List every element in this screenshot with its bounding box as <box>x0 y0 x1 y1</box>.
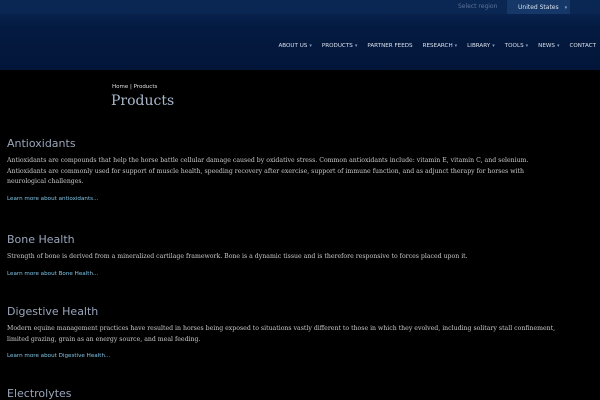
section-description: Antioxidants are compounds that help the… <box>7 156 600 188</box>
breadcrumb[interactable]: Home | Products <box>112 84 157 90</box>
section-description: Modern equine management practices have … <box>7 324 600 345</box>
section-title: Electrolytes <box>7 387 72 400</box>
description-line: neurological challenges. <box>7 178 84 185</box>
nav-label: CONTACT <box>569 43 596 49</box>
chevron-down-icon: ▾ <box>309 43 312 49</box>
nav-label: ABOUT US <box>278 43 308 49</box>
section-title: Antioxidants <box>7 137 76 150</box>
description-line: Modern equine management practices have … <box>7 325 556 332</box>
nav-item-about-us[interactable]: ABOUT US ▾ <box>278 43 311 49</box>
nav-item-news[interactable]: NEWS ▾ <box>538 43 559 49</box>
product-section: Electrolytes <box>7 387 600 400</box>
nav-item-research[interactable]: RESEARCH ▾ <box>423 43 458 49</box>
site-header: Select region United States ▾ ABOUT US ▾ PR… <box>0 0 600 70</box>
chevron-down-icon: ▾ <box>556 43 560 49</box>
region-bar: Select region United States ▾ <box>0 0 600 14</box>
nav-item-contact[interactable]: CONTACT <box>569 43 596 49</box>
product-section: Digestive Health Modern equine management… <box>7 305 600 359</box>
chevron-down-icon: ▾ <box>525 43 529 49</box>
nav-label: NEWS <box>538 43 555 49</box>
learn-more-link[interactable]: Learn more about Bone Health... <box>7 271 600 277</box>
nav-label: RESEARCH <box>422 43 453 49</box>
nav-item-library[interactable]: LIBRARY ▾ <box>467 43 495 49</box>
nav-label: TOOLS <box>504 43 524 49</box>
nav-item-products[interactable]: PRODUCTS ▾ <box>322 43 357 49</box>
section-description: Strength of bone is derived from a miner… <box>7 252 600 263</box>
section-title: Digestive Health <box>7 305 99 318</box>
description-line: Strength of bone is derived from a miner… <box>7 253 468 260</box>
region-select[interactable]: United States ▾ <box>507 0 570 14</box>
nav-item-partner-feeds[interactable]: PARTNER FEEDS <box>367 43 412 49</box>
learn-more-link[interactable]: Learn more about Digestive Health... <box>7 353 600 359</box>
region-value: United States <box>518 4 559 11</box>
description-line: Antioxidants are compounds that help the… <box>7 157 529 164</box>
product-section: Antioxidants Antioxidants are compounds t… <box>7 137 600 202</box>
main-nav: ABOUT US ▾ PRODUCTS ▾ PARTNER FEEDS RESEARCH ▾… <box>268 43 596 49</box>
section-title: Bone Health <box>7 233 75 246</box>
nav-label: PARTNER FEEDS <box>367 43 413 49</box>
chevron-down-icon: ▾ <box>564 5 568 11</box>
description-line: limited grazing, grain as an energy sour… <box>7 335 201 343</box>
chevron-down-icon: ▾ <box>354 43 358 49</box>
description-line: Antioxidants are commonly used for suppo… <box>7 167 524 175</box>
learn-more-link[interactable]: Learn more about antioxidants... <box>7 196 600 202</box>
nav-label: LIBRARY <box>467 43 491 49</box>
product-section: Bone Health Strength of bone is derived f… <box>7 233 600 277</box>
chevron-down-icon: ▾ <box>454 43 458 49</box>
page-title: Products <box>111 93 175 109</box>
chevron-down-icon: ▾ <box>492 43 495 49</box>
nav-item-tools[interactable]: TOOLS ▾ <box>505 43 528 49</box>
region-label: Select region <box>458 3 498 10</box>
nav-label: PRODUCTS <box>321 43 353 49</box>
